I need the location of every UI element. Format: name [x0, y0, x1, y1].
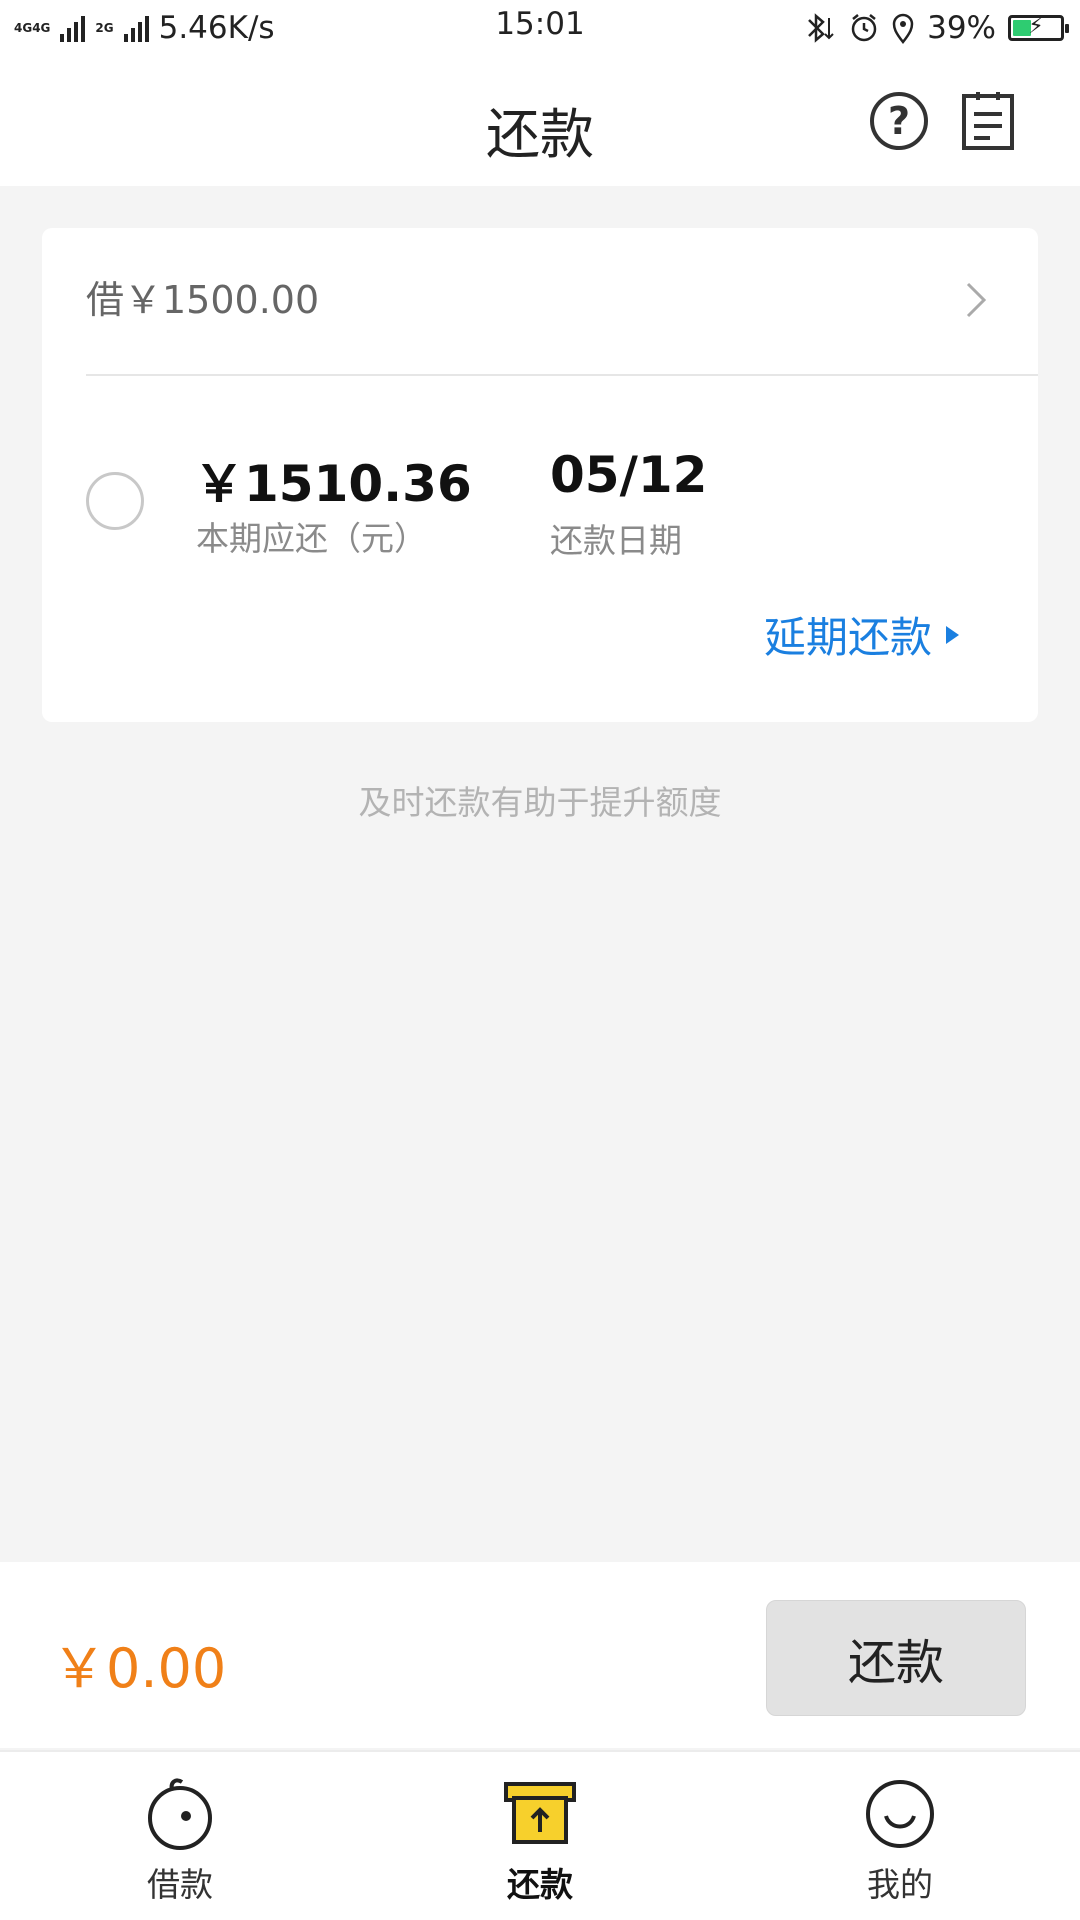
divider	[86, 374, 1038, 376]
installment-amount: ￥1510.36	[194, 455, 472, 513]
charging-icon: ⚡	[1028, 14, 1044, 39]
total-amount: ￥0.00	[52, 1637, 227, 1700]
borrow-icon	[148, 1778, 212, 1850]
repay-button[interactable]: 还款	[766, 1600, 1026, 1716]
tab-repay[interactable]: 还款	[360, 1752, 720, 1920]
location-icon	[892, 13, 914, 44]
tab-mine[interactable]: 我的	[720, 1752, 1080, 1920]
due-date-label: 还款日期	[550, 521, 682, 560]
chevron-right-icon	[966, 282, 987, 318]
bill-record-icon[interactable]	[960, 90, 1016, 152]
tip-text: 及时还款有助于提升额度	[358, 783, 722, 822]
status-right: 39% ⚡	[801, 6, 1069, 50]
battery-icon: ⚡	[1008, 14, 1069, 41]
header: 还款 ?	[0, 54, 1080, 186]
tab-label: 还款	[507, 1865, 573, 1904]
tab-label: 借款	[147, 1865, 213, 1904]
extend-repayment-label: 延期还款	[764, 613, 933, 662]
tab-bar: 借款 还款 我的	[0, 1750, 1080, 1920]
triangle-right-icon	[946, 625, 960, 644]
extend-repayment-link[interactable]: 延期还款	[764, 604, 960, 665]
bluetooth-icon	[808, 13, 834, 43]
tab-borrow[interactable]: 借款	[0, 1752, 360, 1920]
loan-card: 借￥1500.00 ￥1510.36 本期应还（元） 05/12 还款日期 延期…	[42, 228, 1038, 722]
due-date: 05/12	[550, 446, 708, 504]
status-bar: 4G4G 2G 5.46K/s 15:01 39% ⚡	[0, 0, 1080, 54]
installment-amount-label: 本期应还（元）	[196, 519, 427, 558]
repay-icon	[504, 1782, 576, 1844]
help-circle-icon[interactable]: ?	[870, 92, 928, 150]
loan-amount-label: 借￥1500.00	[86, 278, 320, 322]
alarm-icon	[851, 14, 877, 42]
battery-percent: 39%	[927, 10, 996, 46]
select-installment-radio[interactable]	[86, 472, 144, 530]
pay-bar: ￥0.00 还款	[0, 1562, 1080, 1748]
smile-icon	[866, 1780, 934, 1848]
tab-label: 我的	[867, 1865, 933, 1904]
loan-detail-row[interactable]: 借￥1500.00	[86, 270, 996, 330]
